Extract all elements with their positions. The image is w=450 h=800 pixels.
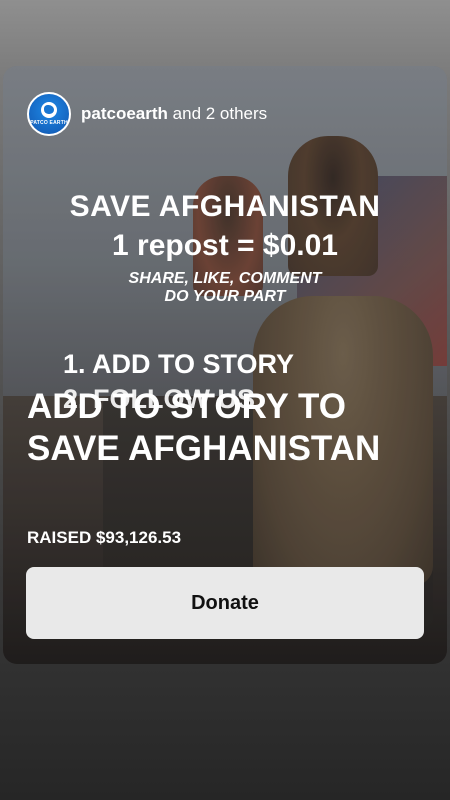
image-step-1: 1. ADD TO STORY <box>63 349 295 379</box>
donate-button[interactable]: Donate <box>26 567 424 639</box>
globe-icon <box>41 102 57 118</box>
image-repost-rate: 1 repost = $0.01 <box>112 229 338 262</box>
fundraiser-raised-amount: RAISED $93,126.53 <box>27 528 182 547</box>
post-header[interactable]: PATCO EARTH patcoearth and 2 others <box>27 92 267 136</box>
avatar-brand-text: PATCO EARTH <box>30 120 68 126</box>
story-card[interactable]: PATCO EARTH patcoearth and 2 others SAVE… <box>3 66 447 664</box>
image-headline: SAVE AFGHANISTAN <box>69 190 381 223</box>
story-screen: PATCO EARTH patcoearth and 2 others SAVE… <box>0 0 450 800</box>
co-authors[interactable]: and 2 others <box>173 104 268 123</box>
image-cta-line-1: SHARE, LIKE, COMMENT <box>128 270 322 287</box>
fundraiser-title: ADD TO STORY TO SAVE AFGHANISTAN <box>27 387 381 468</box>
post-authors[interactable]: patcoearth and 2 others <box>81 104 267 124</box>
avatar[interactable]: PATCO EARTH <box>27 92 71 136</box>
image-cta-line-2: DO YOUR PART <box>164 288 286 305</box>
account-name[interactable]: patcoearth <box>81 104 168 123</box>
